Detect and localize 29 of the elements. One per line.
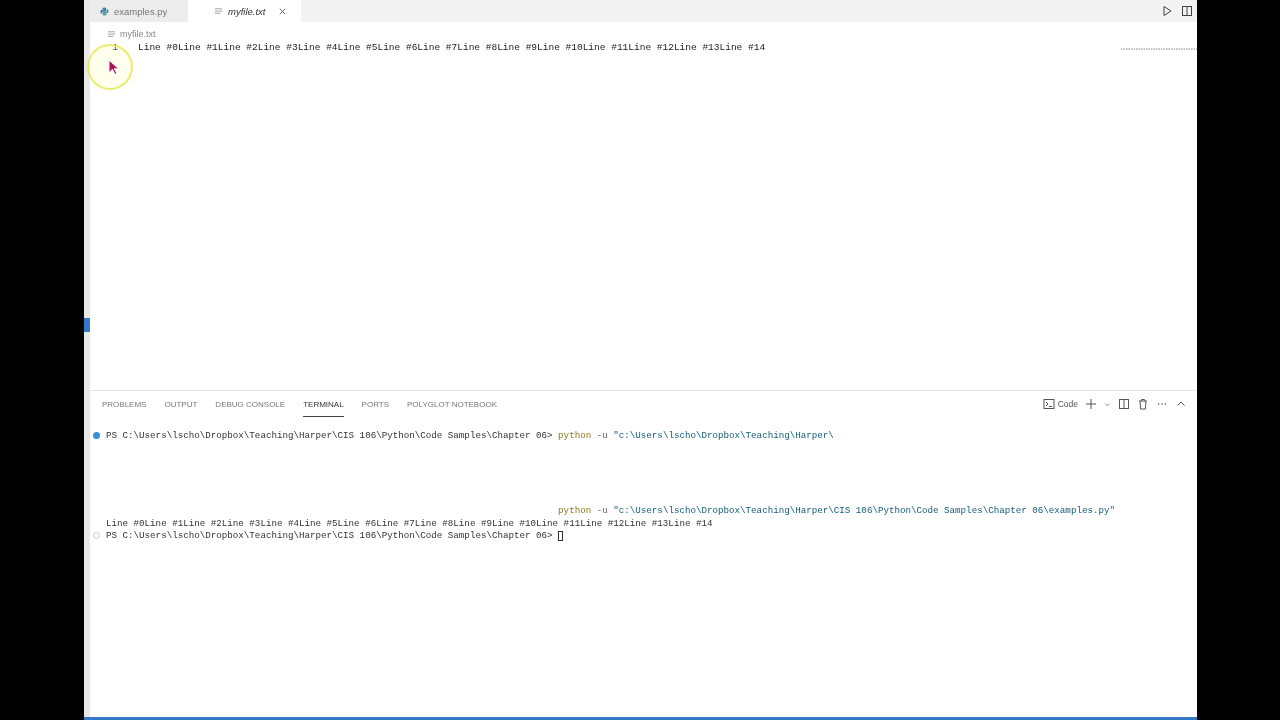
terminal-line: PS C:\Users\lscho\Dropbox\Teaching\Harper\CIS 106\Python\Code Samples\Chapter 06> python -u "c:\Users\lscho\Dropbox\Teaching\Harper\ — [106, 429, 834, 441]
scroll-marker — [84, 318, 90, 332]
panel-tab[interactable]: OUTPUT — [164, 391, 198, 417]
split-terminal-icon[interactable] — [1118, 398, 1130, 410]
panel-tab[interactable]: PROBLEMS — [102, 391, 147, 417]
mouse-pointer-icon — [108, 59, 119, 75]
code-line: Line #0Line #1Line #2Line #3Line #4Line #5Line #6Line #7Line #8Line #9Line #10Line #11Line #12Line #13Line #14 — [138, 42, 766, 53]
editor-tab[interactable]: examples.py — [90, 0, 188, 22]
plus-icon[interactable] — [1085, 398, 1097, 410]
text-file-icon — [214, 6, 223, 16]
trash-icon[interactable] — [1137, 398, 1149, 410]
terminal-name[interactable]: Code — [1057, 399, 1078, 409]
terminal-icon[interactable] — [1042, 398, 1055, 410]
panel-tab[interactable]: PORTS — [361, 391, 390, 417]
line-number: 1 — [111, 42, 118, 53]
run-icon[interactable] — [1161, 5, 1173, 17]
editor-tab[interactable]: myfile.txt — [188, 0, 302, 22]
terminal-line: python -u "c:\Users\lscho\Dropbox\Teaching\Harper\CIS 106\Python\Code Samples\Chapter 06\examples.py" — [558, 505, 1115, 517]
terminal-line: Line #0Line #1Line #2Line #3Line #4Line #5Line #6Line #7Line #8Line #9Line #10Line #11Line #12Line #13Line #14 — [106, 517, 713, 529]
close-icon[interactable] — [278, 6, 288, 16]
panel-tab[interactable]: DEBUG CONSOLE — [215, 391, 286, 417]
cursor-highlight — [87, 44, 133, 90]
python-file-icon — [100, 6, 109, 16]
text-file-icon — [107, 30, 116, 39]
split-editor-icon[interactable] — [1181, 5, 1193, 17]
terminal-line: PS C:\Users\lscho\Dropbox\Teaching\Harper\CIS 106\Python\Code Samples\Chapter 06> — [106, 530, 554, 542]
panel-tab[interactable]: TERMINAL — [303, 391, 344, 417]
breadcrumb[interactable]: myfile.txt — [120, 29, 156, 39]
panel-tab[interactable]: POLYGLOT NOTEBOOK — [407, 391, 497, 417]
